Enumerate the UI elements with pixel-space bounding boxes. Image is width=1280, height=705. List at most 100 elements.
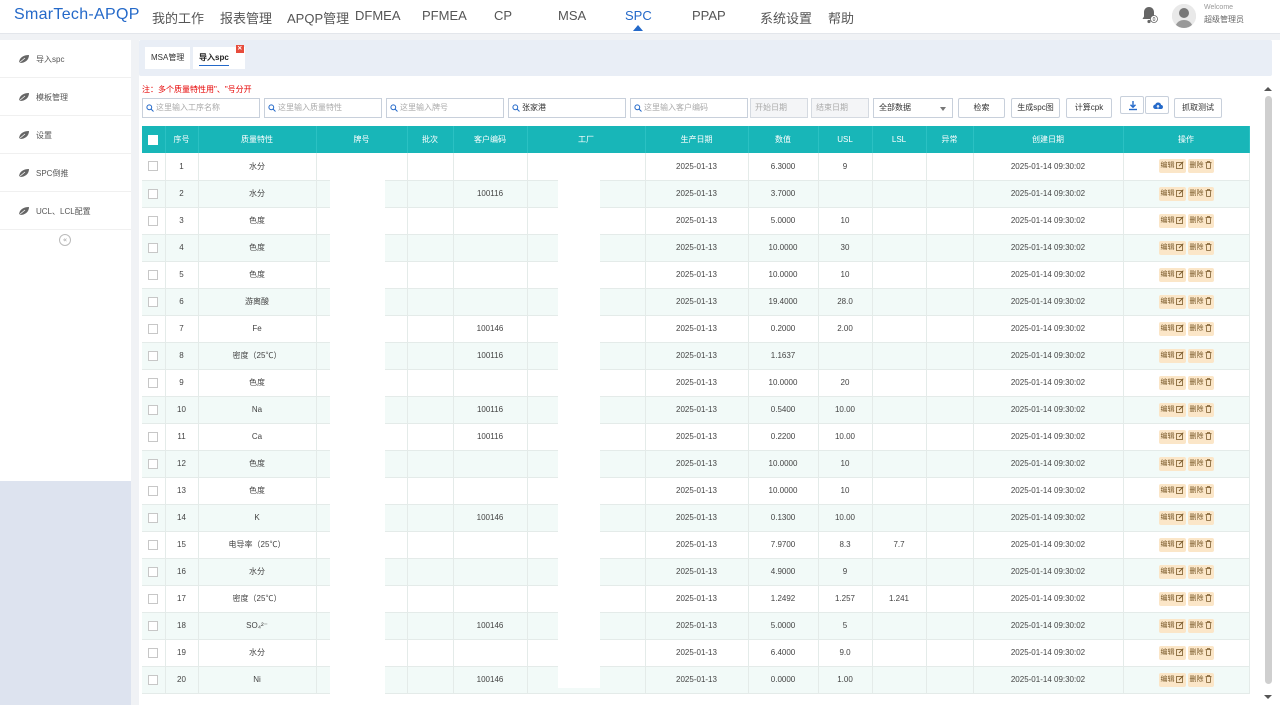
row-checkbox[interactable] xyxy=(148,566,159,577)
table-row[interactable]: 15电导率（25℃）液工厂2025-01-137.97008.37.72025-… xyxy=(142,531,1250,559)
edit-button[interactable]: 编辑 xyxy=(1158,267,1186,282)
nav-item-8[interactable]: PPAP xyxy=(692,8,726,23)
table-row[interactable]: 1水分液工厂2025-01-136.300092025-01-14 09:30:… xyxy=(142,153,1250,181)
edit-button[interactable]: 编辑 xyxy=(1158,645,1186,660)
table-row[interactable]: 2水分100116液工厂2025-01-133.70002025-01-14 0… xyxy=(142,180,1250,208)
row-checkbox[interactable] xyxy=(148,161,159,172)
table-row[interactable]: 18SO₄²⁻100146液工厂2025-01-135.000052025-01… xyxy=(142,612,1250,640)
edit-button[interactable]: 编辑 xyxy=(1158,591,1186,606)
delete-button[interactable]: 删除 xyxy=(1187,402,1214,417)
row-checkbox[interactable] xyxy=(148,512,159,523)
customer-code-input[interactable]: 这里输入客户编码 xyxy=(630,98,748,118)
edit-button[interactable]: 编辑 xyxy=(1158,537,1186,552)
edit-button[interactable]: 编辑 xyxy=(1158,429,1186,444)
row-checkbox[interactable] xyxy=(148,647,159,658)
table-row[interactable]: 17密度（25℃）液工厂2025-01-131.24921.2571.24120… xyxy=(142,585,1250,613)
table-row[interactable]: 19水分液工厂2025-01-136.40009.02025-01-14 09:… xyxy=(142,639,1250,667)
table-row[interactable]: 8密度（25℃）100116液工厂2025-01-131.16372025-01… xyxy=(142,342,1250,370)
user-role[interactable]: 超级管理员 xyxy=(1204,14,1244,25)
row-checkbox[interactable] xyxy=(148,539,159,550)
row-checkbox[interactable] xyxy=(148,215,159,226)
delete-button[interactable]: 删除 xyxy=(1187,267,1214,282)
nav-item-4[interactable]: PFMEA xyxy=(422,8,467,23)
row-checkbox[interactable] xyxy=(148,458,159,469)
delete-button[interactable]: 删除 xyxy=(1187,456,1214,471)
nav-item-1[interactable]: 报表管理 xyxy=(220,8,272,27)
row-checkbox[interactable] xyxy=(148,620,159,631)
delete-button[interactable]: 删除 xyxy=(1187,537,1214,552)
search-button[interactable]: 检索 xyxy=(958,98,1005,118)
edit-button[interactable]: 编辑 xyxy=(1158,483,1186,498)
delete-button[interactable]: 删除 xyxy=(1187,213,1214,228)
delete-button[interactable]: 删除 xyxy=(1187,348,1214,363)
delete-button[interactable]: 删除 xyxy=(1187,159,1214,174)
row-checkbox[interactable] xyxy=(148,242,159,253)
nav-item-2[interactable]: APQP管理 xyxy=(287,8,349,27)
table-row[interactable]: 7Fe100146液工厂2025-01-130.20002.002025-01-… xyxy=(142,315,1250,343)
row-checkbox[interactable] xyxy=(148,269,159,280)
data-scope-select[interactable]: 全部数据 xyxy=(873,98,953,118)
delete-button[interactable]: 删除 xyxy=(1187,483,1214,498)
nav-item-10[interactable]: 帮助 xyxy=(828,8,854,27)
sidebar-item-0[interactable]: 导入spc xyxy=(0,40,131,78)
scroll-down-icon[interactable] xyxy=(1262,692,1274,702)
edit-button[interactable]: 编辑 xyxy=(1158,618,1186,633)
sidebar-item-2[interactable]: 设置 xyxy=(0,116,131,154)
nav-item-9[interactable]: 系统设置 xyxy=(760,8,812,27)
sidebar-item-3[interactable]: SPC倒推 xyxy=(0,154,131,192)
delete-button[interactable]: 删除 xyxy=(1187,672,1214,687)
delete-button[interactable]: 删除 xyxy=(1187,375,1214,390)
cloud-upload-button[interactable] xyxy=(1145,96,1169,114)
nav-item-5[interactable]: CP xyxy=(494,8,512,23)
edit-button[interactable]: 编辑 xyxy=(1158,348,1186,363)
delete-button[interactable]: 删除 xyxy=(1187,618,1214,633)
delete-button[interactable]: 删除 xyxy=(1187,186,1214,201)
end-date-input[interactable]: 结束日期 xyxy=(811,98,869,118)
sidebar-item-4[interactable]: UCL、LCL配置 xyxy=(0,192,131,230)
edit-button[interactable]: 编辑 xyxy=(1158,240,1186,255)
edit-button[interactable]: 编辑 xyxy=(1158,402,1186,417)
delete-button[interactable]: 删除 xyxy=(1187,591,1214,606)
generate-spc-chart-button[interactable]: 生成spc图 xyxy=(1011,98,1060,118)
bell-icon[interactable]: 0 xyxy=(1140,5,1158,25)
delete-button[interactable]: 删除 xyxy=(1187,294,1214,309)
edit-button[interactable]: 编辑 xyxy=(1158,213,1186,228)
collapse-sidebar-button[interactable]: « xyxy=(59,234,71,246)
delete-button[interactable]: 删除 xyxy=(1187,429,1214,444)
edit-button[interactable]: 编辑 xyxy=(1158,510,1186,525)
table-row[interactable]: 14K100146液工厂2025-01-130.130010.002025-01… xyxy=(142,504,1250,532)
table-row[interactable]: 13色度液工厂2025-01-1310.0000102025-01-14 09:… xyxy=(142,477,1250,505)
delete-button[interactable]: 删除 xyxy=(1187,564,1214,579)
download-button[interactable] xyxy=(1120,96,1144,114)
edit-button[interactable]: 编辑 xyxy=(1158,186,1186,201)
nav-item-3[interactable]: DFMEA xyxy=(355,8,401,23)
nav-item-6[interactable]: MSA xyxy=(558,8,586,23)
factory-input[interactable]: 张家港 xyxy=(508,98,626,118)
row-checkbox[interactable] xyxy=(148,350,159,361)
table-row[interactable]: 20Ni100146液工厂2025-01-130.00001.002025-01… xyxy=(142,666,1250,694)
row-checkbox[interactable] xyxy=(148,377,159,388)
row-checkbox[interactable] xyxy=(148,485,159,496)
edit-button[interactable]: 编辑 xyxy=(1158,672,1186,687)
delete-button[interactable]: 删除 xyxy=(1187,645,1214,660)
table-row[interactable]: 5色度液工厂2025-01-1310.0000102025-01-14 09:3… xyxy=(142,261,1250,289)
scrollbar-thumb[interactable] xyxy=(1265,96,1272,684)
process-name-input[interactable]: 这里输入工序名称 xyxy=(142,98,260,118)
row-checkbox[interactable] xyxy=(148,431,159,442)
delete-button[interactable]: 删除 xyxy=(1187,240,1214,255)
row-checkbox[interactable] xyxy=(148,404,159,415)
table-row[interactable]: 11Ca100116液工厂2025-01-130.220010.002025-0… xyxy=(142,423,1250,451)
table-row[interactable]: 3色度硅工厂2025-01-135.0000102025-01-14 09:30… xyxy=(142,207,1250,235)
scroll-up-icon[interactable] xyxy=(1262,84,1274,94)
row-checkbox[interactable] xyxy=(148,323,159,334)
row-checkbox[interactable] xyxy=(148,188,159,199)
delete-button[interactable]: 删除 xyxy=(1187,321,1214,336)
table-row[interactable]: 12色度液工厂2025-01-1310.0000102025-01-14 09:… xyxy=(142,450,1250,478)
edit-button[interactable]: 编辑 xyxy=(1158,564,1186,579)
edit-button[interactable]: 编辑 xyxy=(1158,456,1186,471)
nav-item-7[interactable]: SPC xyxy=(625,8,652,31)
table-row[interactable]: 4色度液工厂2025-01-1310.0000302025-01-14 09:3… xyxy=(142,234,1250,262)
start-date-input[interactable]: 开始日期 xyxy=(750,98,808,118)
delete-button[interactable]: 删除 xyxy=(1187,510,1214,525)
table-row[interactable]: 16水分液工厂2025-01-134.900092025-01-14 09:30… xyxy=(142,558,1250,586)
